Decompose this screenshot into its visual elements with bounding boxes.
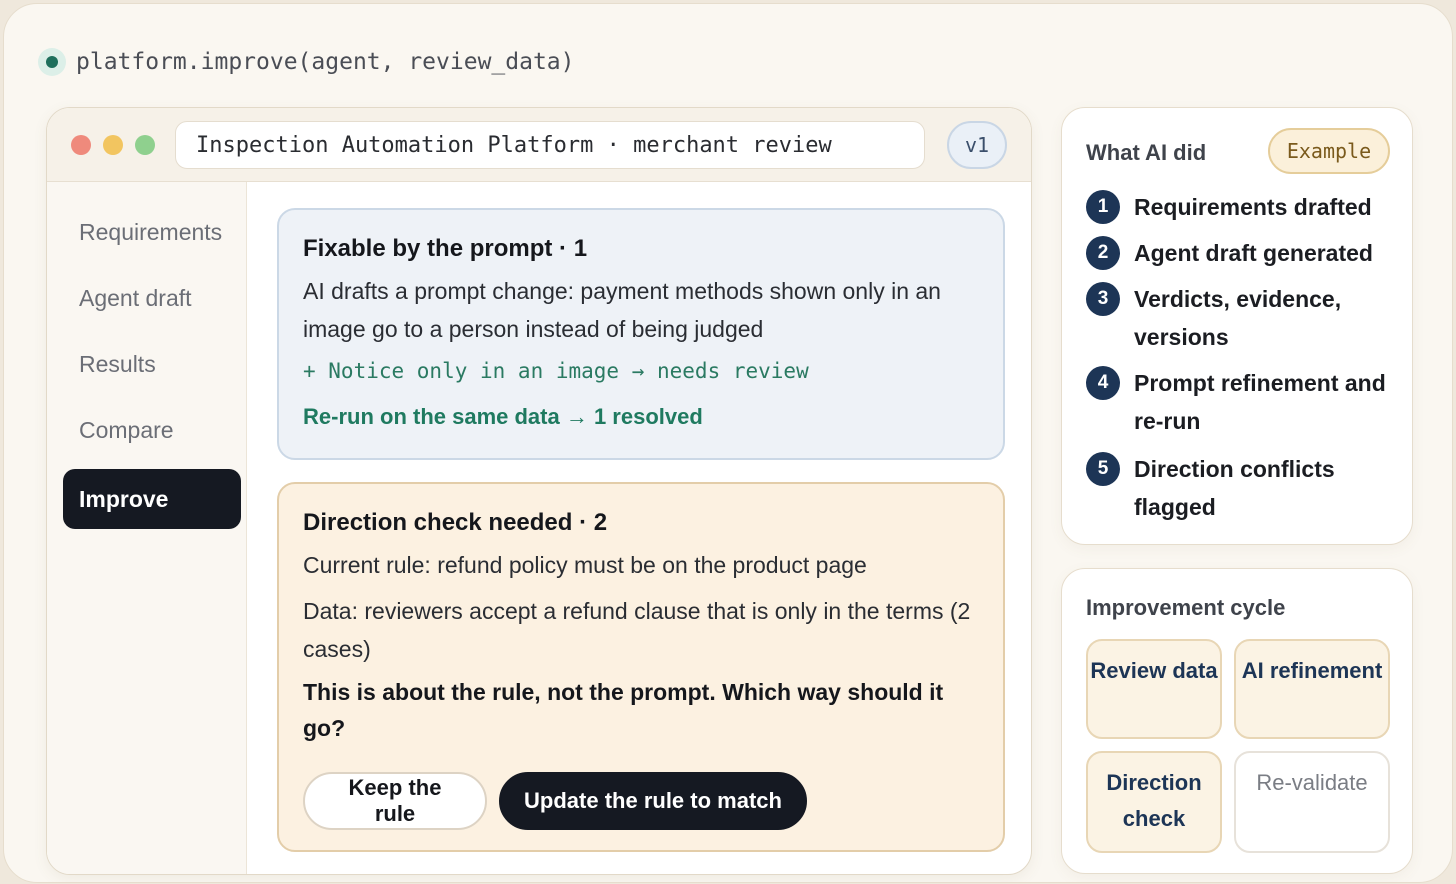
step-item: 3 Verdicts, evidence, versions — [1086, 282, 1396, 356]
keep-rule-button[interactable]: Keep the rule — [303, 772, 487, 830]
command-text: platform.improve(agent, review_data) — [76, 49, 575, 75]
version-badge: v1 — [947, 121, 1007, 169]
what-ai-did-heading: What AI did — [1086, 140, 1207, 165]
sidebar-item-improve[interactable]: Improve — [63, 469, 241, 529]
what-ai-did-panel: What AI did Example 1 Requirements draft… — [1061, 107, 1413, 545]
status-dot-icon — [38, 48, 66, 76]
step-number-badge: 2 — [1086, 236, 1120, 270]
fixable-card: Fixable by the prompt · 1 AI drafts a pr… — [277, 208, 1005, 460]
update-rule-button[interactable]: Update the rule to match — [499, 772, 807, 830]
address-bar[interactable]: Inspection Automation Platform · merchan… — [175, 121, 925, 169]
cycle-tile-direction-check[interactable]: Direction check — [1086, 751, 1222, 853]
command-line: platform.improve(agent, review_data) — [38, 48, 575, 76]
app-window: Inspection Automation Platform · merchan… — [46, 107, 1032, 875]
step-label: Verdicts, evidence, versions — [1134, 286, 1342, 350]
close-window-icon[interactable] — [71, 135, 91, 155]
step-number-badge: 3 — [1086, 282, 1120, 316]
step-item: 2 Agent draft generated — [1086, 236, 1396, 272]
step-item: 5 Direction conflicts flagged — [1086, 452, 1396, 526]
sidebar-item-results[interactable]: Results — [63, 334, 241, 394]
direction-card: Direction check needed · 2 Current rule:… — [277, 482, 1005, 852]
example-badge: Example — [1268, 128, 1390, 174]
step-label: Direction conflicts flagged — [1134, 456, 1335, 520]
cycle-tile-ai-refinement[interactable]: AI refinement — [1234, 639, 1390, 739]
direction-title: Direction check needed · 2 — [303, 509, 608, 536]
step-label: Agent draft generated — [1134, 240, 1373, 266]
step-item: 4 Prompt refinement and re-run — [1086, 366, 1396, 440]
improvement-cycle-panel: Improvement cycle Review data AI refinem… — [1061, 568, 1413, 874]
maximize-window-icon[interactable] — [135, 135, 155, 155]
step-number-badge: 1 — [1086, 190, 1120, 224]
fixable-title: Fixable by the prompt · 1 — [303, 235, 588, 262]
direction-actions: Keep the rule Update the rule to match — [303, 772, 807, 830]
direction-question: This is about the rule, not the prompt. … — [303, 679, 944, 741]
step-item: 1 Requirements drafted — [1086, 190, 1396, 226]
sidebar-item-agent-draft[interactable]: Agent draft — [63, 268, 241, 328]
sidebar-item-compare[interactable]: Compare — [63, 400, 241, 460]
stage: platform.improve(agent, review_data) Ins… — [3, 3, 1453, 883]
step-label: Requirements drafted — [1134, 194, 1372, 220]
window-titlebar: Inspection Automation Platform · merchan… — [47, 108, 1031, 182]
step-number-badge: 5 — [1086, 452, 1120, 486]
minimize-window-icon[interactable] — [103, 135, 123, 155]
data-note-text: Data: reviewers accept a refund clause t… — [303, 598, 971, 662]
current-rule-text: Current rule: refund policy must be on t… — [303, 552, 867, 578]
improvement-cycle-heading: Improvement cycle — [1086, 595, 1286, 620]
sidebar: Requirements Agent draft Results Compare… — [47, 182, 247, 874]
cycle-tile-re-validate[interactable]: Re-validate — [1234, 751, 1390, 853]
cycle-tile-review-data[interactable]: Review data — [1086, 639, 1222, 739]
prompt-diff: + Notice only in an image → needs review — [303, 359, 809, 383]
step-label: Prompt refinement and re-run — [1134, 370, 1386, 434]
rerun-result: Re-run on the same data → 1 resolved — [303, 404, 703, 429]
sidebar-item-requirements[interactable]: Requirements — [63, 202, 241, 262]
main-content: Fixable by the prompt · 1 AI drafts a pr… — [247, 182, 1031, 874]
fixable-body: AI drafts a prompt change: payment metho… — [303, 278, 941, 342]
step-number-badge: 4 — [1086, 366, 1120, 400]
